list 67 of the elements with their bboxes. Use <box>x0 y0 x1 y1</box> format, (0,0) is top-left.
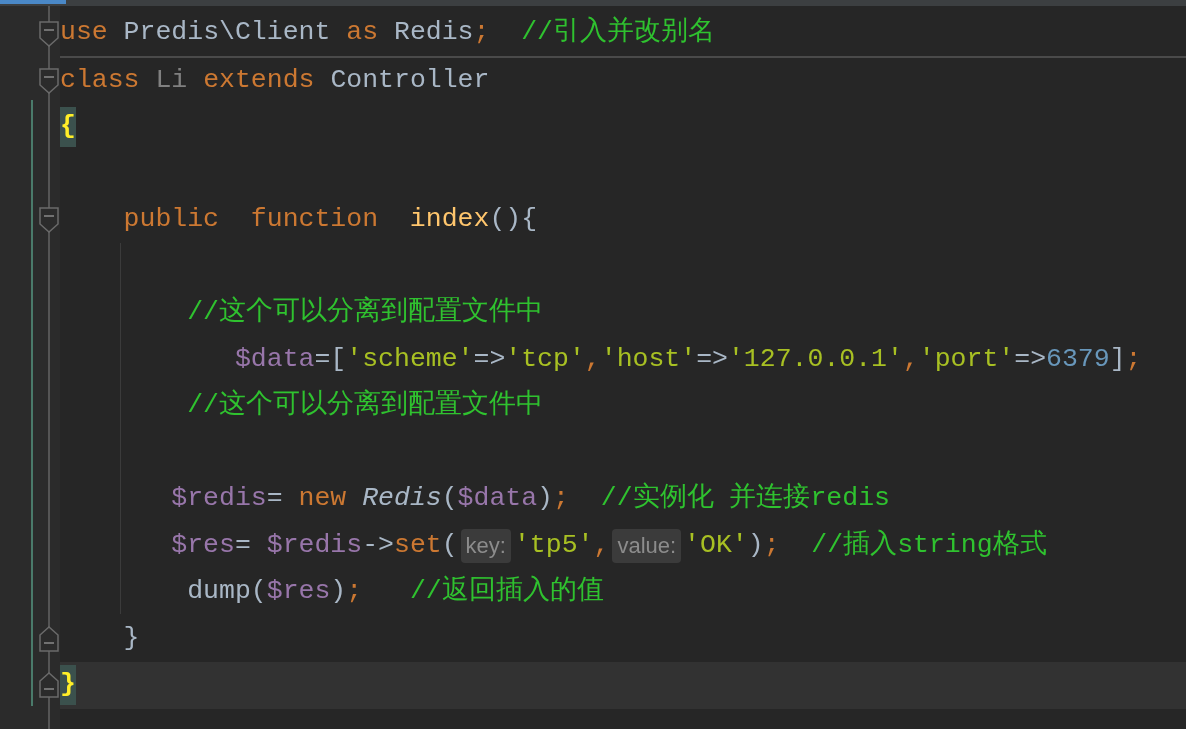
code-text: ] <box>1109 342 1126 376</box>
keyword: use <box>60 16 108 50</box>
code-text: } <box>122 621 140 655</box>
punctuation: , <box>593 528 610 562</box>
code-text: = <box>234 528 252 562</box>
parameter-hint: key: <box>460 528 511 563</box>
comment: //插入string格式 <box>811 528 1047 562</box>
string-literal: '127.0.0.1' <box>727 342 903 376</box>
comment: //这个可以分离到配置文件中 <box>186 388 544 423</box>
code-text: ( <box>441 482 458 516</box>
code-text: ( <box>441 528 458 562</box>
fold-start-icon[interactable] <box>39 21 59 47</box>
comment: //这个可以分离到配置文件中 <box>186 295 544 330</box>
comment: //实例化 并连接redis <box>600 481 890 516</box>
punctuation: ; <box>763 528 781 562</box>
string-literal: 'scheme' <box>346 342 474 376</box>
parameter-hint: value: <box>612 528 682 563</box>
keyword: class <box>60 63 141 97</box>
punctuation: ; <box>1125 342 1142 376</box>
fold-start-icon[interactable] <box>39 207 59 233</box>
code-text: ) <box>537 482 553 516</box>
code-text: => <box>696 342 728 376</box>
punctuation: , <box>584 342 601 376</box>
string-literal: 'tp5' <box>513 528 594 562</box>
code-text: = <box>266 482 284 516</box>
code-text: ) <box>747 528 764 562</box>
comment: //引入并改别名 <box>521 15 716 50</box>
punctuation: ; <box>473 16 491 50</box>
string-literal: 'host' <box>600 342 697 376</box>
class-name: Li <box>155 63 189 97</box>
variable: $redis <box>170 482 267 516</box>
code-text: => <box>1014 342 1047 376</box>
code-text: Controller <box>330 63 490 97</box>
punctuation: ; <box>346 575 364 609</box>
string-literal: 'OK' <box>684 528 748 562</box>
variable: $data <box>457 482 538 516</box>
function-name: index <box>409 203 490 237</box>
class-name: Redis <box>362 482 442 516</box>
code-text: Predis\Client <box>122 16 332 50</box>
matched-brace: { <box>60 107 76 148</box>
string-literal: 'port' <box>918 342 1015 376</box>
comment: //返回插入的值 <box>409 574 604 609</box>
keyword: extends <box>203 63 316 97</box>
number-literal: 6379 <box>1046 342 1110 376</box>
fold-end-icon[interactable] <box>39 625 59 652</box>
code-text: -> <box>362 528 394 562</box>
code-text: => <box>473 342 506 376</box>
fold-end-icon[interactable] <box>39 672 59 698</box>
code-text: (){ <box>489 203 538 237</box>
keyword: as <box>346 16 379 50</box>
variable: $data <box>233 342 315 376</box>
variable: $res <box>170 528 235 562</box>
keyword: new <box>298 482 348 516</box>
code-text: ) <box>330 575 347 609</box>
matched-brace: } <box>60 665 76 706</box>
code-text: =[ <box>314 342 347 376</box>
code-text: dump( <box>186 575 267 609</box>
punctuation: ; <box>553 482 570 516</box>
variable: $redis <box>266 528 363 562</box>
string-literal: 'tcp' <box>505 342 585 376</box>
active-tab-indicator <box>0 0 66 4</box>
punctuation: , <box>902 342 919 376</box>
code-text: Redis <box>392 16 474 50</box>
fold-start-icon[interactable] <box>39 67 59 94</box>
method-name: set <box>394 528 442 562</box>
variable: $res <box>266 575 331 609</box>
keyword: public function <box>122 203 380 237</box>
